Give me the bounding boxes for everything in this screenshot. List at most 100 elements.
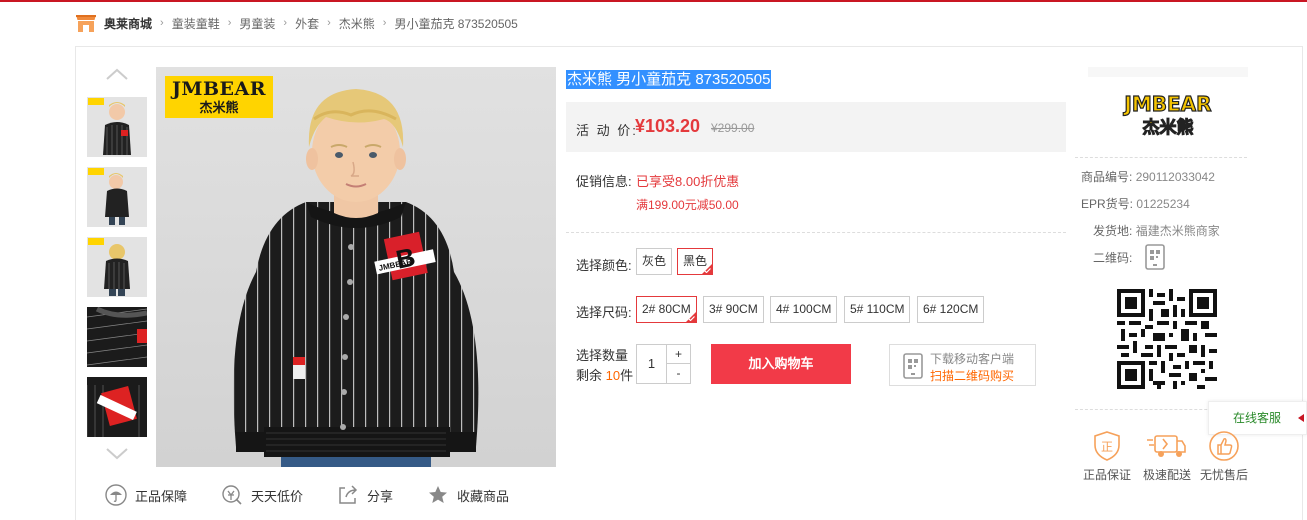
mobile-phone-icon [903,353,923,379]
breadcrumb-home-link[interactable]: 奥莱商城 [104,15,152,32]
delivery-icon [1147,435,1186,457]
brand-badge: JMBEAR 杰米熊 [165,76,273,118]
stock-count: 10 [605,368,621,383]
quantity-input[interactable]: 1 [637,345,667,383]
current-price: ¥103.20 [635,116,701,136]
thumbnail-3[interactable] [87,237,147,297]
product-title: 杰米熊 男小童茄克 873520505 [566,70,772,89]
mobile-app-qr-button[interactable]: 下载移动客户端 扫描二维码购买 [889,344,1036,386]
stock-info: 剩余 10件 [576,366,633,386]
chevron-up-icon[interactable] [106,68,128,80]
umbrella-icon [105,484,127,506]
share-action[interactable]: 分享 [337,484,393,506]
action-label: 收藏商品 [457,488,510,504]
mobile-download-text: 下载移动客户端 [930,352,1015,366]
product-number: 290112033042 [1135,170,1215,184]
boy-jacket-photo: B JMBEAR [156,67,556,467]
service-fast-delivery: 极速配送 [1141,430,1193,483]
svg-text:正: 正 [1101,440,1113,454]
brand-badge-en: JMBEAR [171,78,267,100]
size-option-80[interactable]: 2# 80CM [636,296,697,323]
ship-from-row: 发货地: 福建杰米熊商家 [1093,222,1220,239]
jacket-image [87,97,147,157]
option-label: 灰色 [642,254,667,268]
price-tag-icon [222,485,242,505]
jmbear-logo: JMBEAR 杰米熊 [1122,91,1212,138]
quantity-label-group: 选择数量 剩余 10件 [576,346,633,386]
promo-discount: 已享受8.00折优惠 [636,174,740,189]
product-number-label: 商品编号: [1081,170,1133,184]
action-label: 天天低价 [251,488,304,504]
action-label: 正品保障 [135,488,188,504]
check-icon [704,268,711,273]
jacket-image [87,307,147,367]
option-label: 4# 100CM [776,302,832,316]
stock-suffix: 件 [620,368,634,383]
qr-label: 二维码: [1093,251,1133,265]
top-accent-line [0,0,1307,2]
store-icon [76,15,96,32]
chevron-right-icon: › [382,17,387,29]
shop-logo-en: JMBEAR [1122,92,1211,116]
product-number-row: 商品编号: 290112033042 [1081,168,1215,185]
size-option-120[interactable]: 6# 120CM [917,296,985,323]
color-option-gray[interactable]: 灰色 [636,248,673,275]
qr-row: 二维码: [1093,249,1132,266]
jacket-image [87,377,147,437]
thumbnail-list [87,97,147,447]
thumbnail-1[interactable] [87,97,147,157]
action-bar: 正品保障 天天低价 分享 收藏商品 [105,484,543,506]
shop-logo[interactable]: JMBEAR 杰米熊 [1088,67,1248,155]
shield-icon: 正 [1094,431,1120,461]
ship-from-label: 发货地: [1093,224,1133,238]
chevron-right-icon: › [160,17,164,29]
jacket-image [87,237,147,297]
qr-code [1117,289,1217,389]
original-price: ¥299.00 [711,121,755,135]
chevron-right-icon: › [327,17,331,29]
size-option-100[interactable]: 4# 100CM [770,296,838,323]
service-label: 正品保证 [1082,468,1131,482]
breadcrumb: 奥莱商城 › 童装童鞋 › 男童装 › 外套 › 杰米熊 › 男小童茄克 873… [75,12,518,34]
action-label: 分享 [367,488,394,504]
chevron-down-icon[interactable] [106,448,128,460]
favorite-action[interactable]: 收藏商品 [427,484,509,506]
price-box: 活 动 价: ¥103.20 ¥299.00 [566,102,1066,152]
quantity-increase-button[interactable]: + [667,345,690,364]
size-option-110[interactable]: 5# 110CM [844,296,911,323]
add-to-cart-button[interactable]: 加入购物车 [711,344,851,384]
genuine-guarantee-action[interactable]: 正品保障 [105,484,187,506]
shop-logo-cn: 杰米熊 [1143,117,1194,138]
service-after-sales: 无忧售后 [1198,430,1250,483]
brand-badge-cn: 杰米熊 [199,100,239,115]
share-icon [339,485,358,504]
jacket-image [87,167,147,227]
color-option-black[interactable]: 黑色 [677,248,714,275]
breadcrumb-link-category[interactable]: 童装童鞋 [172,15,220,32]
epr-label: EPR货号: [1081,197,1134,211]
mobile-scan-text: 扫描二维码购买 [930,369,1015,383]
mobile-phone-icon[interactable] [1145,244,1165,270]
thumbnail-4[interactable] [87,307,147,367]
size-label: 选择尺码: [576,305,632,320]
option-label: 6# 120CM [923,302,979,316]
divider [1075,157,1247,158]
epr-number: 01225234 [1136,197,1190,211]
thumbnail-5[interactable] [87,377,147,437]
breadcrumb-link-boys[interactable]: 男童装 [239,15,275,32]
quantity-decrease-button[interactable]: - [667,364,690,383]
epr-row: EPR货号: 01225234 [1081,195,1190,212]
daily-low-price-action[interactable]: 天天低价 [221,484,303,506]
stock-prefix: 剩余 [576,368,603,383]
option-label: 3# 90CM [709,302,758,316]
breadcrumb-link-outerwear[interactable]: 外套 [295,15,319,32]
option-label: 5# 110CM [850,302,905,316]
main-product-image[interactable]: B JMBEAR JMBEAR 杰米熊 [156,67,556,467]
option-label: 2# 80CM [642,302,691,316]
price-label: 活 动 价: [576,123,638,138]
thumbs-up-icon [1209,431,1239,461]
breadcrumb-link-brand[interactable]: 杰米熊 [339,15,375,32]
size-option-90[interactable]: 3# 90CM [703,296,764,323]
star-icon [429,486,448,503]
thumbnail-2[interactable] [87,167,147,227]
